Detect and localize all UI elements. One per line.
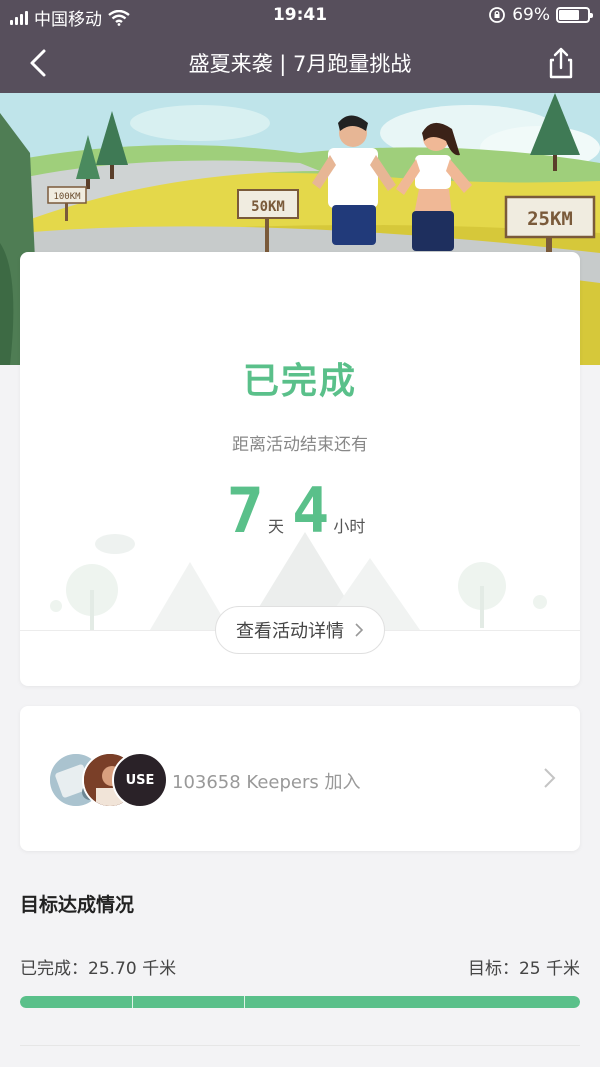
participants-count: 103658 Keepers 加入 — [172, 772, 361, 793]
avatar: USE — [112, 752, 168, 808]
sign-25km: 25KM — [527, 208, 573, 230]
rotation-lock-icon — [489, 7, 506, 23]
sign-100km: 100KM — [53, 192, 81, 202]
avatar-stack: USE — [48, 752, 168, 808]
sign-50km: 50KM — [251, 199, 285, 215]
share-icon[interactable] — [544, 46, 578, 80]
progress-tick — [244, 996, 245, 1008]
section-divider — [20, 1045, 580, 1046]
remaining-label: 距离活动结束还有 — [232, 435, 368, 455]
progress-tick — [132, 996, 133, 1008]
battery-percent: 69% — [512, 5, 550, 25]
goal-target: 目标：25 千米 — [467, 959, 580, 979]
battery-icon — [556, 7, 593, 23]
goal-progress-fill — [20, 996, 580, 1008]
chevron-right-icon[interactable] — [542, 766, 558, 790]
hours-unit: 小时 — [333, 517, 366, 536]
countdown-days: 7 — [226, 474, 264, 547]
chevron-right-icon — [355, 623, 364, 637]
nav-bar: 盛夏来袭 | 7月跑量挑战 — [0, 32, 600, 93]
view-details-button[interactable]: 查看活动详情 — [215, 606, 385, 654]
goal-completed: 已完成：25.70 千米 — [20, 959, 177, 979]
status-bar: 中国移动 19:41 69% — [0, 0, 600, 32]
goal-progress-bar — [20, 996, 580, 1008]
view-details-label: 查看活动详情 — [236, 621, 344, 642]
countdown-hours: 4 — [292, 474, 330, 547]
completion-status: 已完成 — [242, 361, 357, 402]
avatar-text: USE — [125, 772, 155, 788]
goal-section-title: 目标达成情况 — [20, 894, 135, 916]
challenge-status-card: 已完成 距离活动结束还有 7 天 4 小时 查看活动详情 — [20, 252, 580, 686]
page-title: 盛夏来袭 | 7月跑量挑战 — [188, 52, 412, 76]
days-unit: 天 — [267, 517, 284, 536]
countdown: 7 天 4 小时 — [20, 474, 580, 547]
participants-card[interactable]: USE 103658 Keepers 加入 — [20, 706, 580, 851]
